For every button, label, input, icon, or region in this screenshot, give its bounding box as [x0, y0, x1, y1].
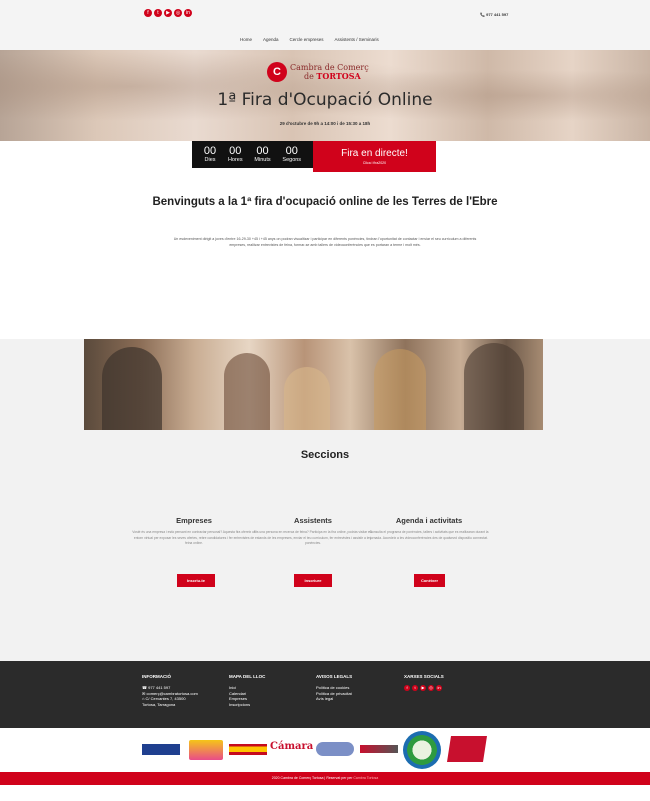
- live-fair-button[interactable]: Fira en directe! Clica i fira2020: [313, 141, 436, 172]
- section-empreses: Empreses Vostè és una empresa i està pen…: [132, 516, 256, 547]
- credits-link[interactable]: Cambra Tortosa: [353, 776, 378, 780]
- camara-logo: Cámara: [270, 741, 314, 752]
- instagram-icon[interactable]: ◎: [174, 9, 182, 17]
- inscriure-button[interactable]: Inscriure: [294, 574, 332, 587]
- section-empreses-title: Empreses: [176, 516, 212, 525]
- youtube-icon[interactable]: ▶: [420, 685, 426, 691]
- countdown-days: 00 Dies: [203, 144, 217, 163]
- section-assistents: Assistents Ets una persona en recerca de…: [251, 516, 375, 547]
- live-title: Fira en directe!: [341, 148, 408, 159]
- section-empreses-text: Vostè és una empresa i està pensant en c…: [132, 530, 256, 545]
- countdown-hours: 00 Hores: [227, 144, 243, 163]
- twitter-icon[interactable]: t: [412, 685, 418, 691]
- conocer-button[interactable]: Conèixer: [414, 574, 445, 587]
- nav-item-cercle-empreses[interactable]: Cercle empreses: [290, 37, 324, 42]
- section-assistents-text: Ets una persona en recerca de feina? Par…: [253, 530, 373, 545]
- cambra-logo-icon: C: [267, 62, 287, 82]
- generalitat-logo: [360, 745, 398, 753]
- section-assistents-title: Assistents: [294, 516, 332, 525]
- eu-flag-logo: [142, 744, 180, 755]
- section-agenda-text: Consulta el programa de ponències, talle…: [369, 530, 489, 540]
- footer-sitemap-title: MAPA DEL LLOC: [229, 674, 266, 679]
- welcome-title: Benvinguts a la 1ª fira d'ocupació onlin…: [152, 196, 498, 208]
- twitter-icon[interactable]: t: [154, 9, 162, 17]
- countdown-timer: 00 Dies 00 Hores 00 Minuts 00 Segons: [192, 141, 313, 168]
- nav-item-agenda[interactable]: Agenda: [263, 37, 279, 42]
- logo-line2: de TORTOSA: [304, 71, 361, 82]
- consell-comarcal-logo: [447, 736, 487, 762]
- footer-legal-title: AVISOS LEGALS: [316, 674, 353, 679]
- garantia-juvenil-logo: [189, 740, 223, 760]
- footer-legal: AVISOS LEGALS Política de cookies Políti…: [316, 674, 352, 702]
- linkedin-icon[interactable]: in: [184, 9, 192, 17]
- youtube-icon[interactable]: ▶: [164, 9, 172, 17]
- section-agenda: Agenda i activitats Consulta el programa…: [367, 516, 491, 541]
- footer-sitemap: MAPA DEL LLOC Inici Calendari Empreses I…: [229, 674, 265, 707]
- nav-item-assistents[interactable]: Assistents / Seminaris: [335, 37, 379, 42]
- cambra-logo[interactable]: C Cambra de Comerç de TORTOSA: [267, 62, 369, 82]
- facebook-icon[interactable]: f: [404, 685, 410, 691]
- footer-link-avis-legal[interactable]: Avís legal: [316, 696, 352, 702]
- fons-social-logo: [316, 742, 354, 756]
- sections-title: Seccions: [300, 449, 350, 461]
- copyright-bar: 2020 Cambra de Comerç Tortosa | Reservat…: [0, 772, 650, 785]
- footer-info: INFORMACIÓ ☎ 977 441 597 ✉ comerç@cambra…: [142, 674, 198, 707]
- countdown-minutes: 00 Minuts: [254, 144, 271, 163]
- gobierno-logo: [229, 744, 267, 755]
- section-agenda-title: Agenda i activitats: [395, 516, 463, 525]
- footer-social-title: XARXES SOCIALS: [404, 674, 444, 679]
- countdown-seconds: 00 Segons: [282, 144, 302, 163]
- hero-title: 1ª Fira d'Ocupació Online: [217, 90, 433, 110]
- footer-link-inscripcions[interactable]: Inscripcions: [229, 702, 265, 708]
- sponsors-strip: Cámara: [0, 728, 650, 772]
- welcome-text: Un esdeveniment dirigit a joves d'entre …: [173, 237, 477, 247]
- top-social-icons: f t ▶ ◎ in: [144, 9, 192, 17]
- inscriu-te-button[interactable]: Inscriu-te: [177, 574, 215, 587]
- top-bar: f t ▶ ◎ in 📞 977 441 597: [0, 0, 650, 26]
- facebook-icon[interactable]: f: [144, 9, 152, 17]
- terres-ebre-logo: [403, 731, 441, 769]
- footer-info-title: INFORMACIÓ: [142, 674, 171, 679]
- hero-date: 29 d'octubre de 9h a 14:00 i de 15:30 a …: [279, 121, 371, 126]
- footer-city: Tortosa, Tarragona: [142, 701, 176, 707]
- footer: INFORMACIÓ ☎ 977 441 597 ✉ comerç@cambra…: [0, 661, 650, 728]
- linkedin-icon[interactable]: in: [436, 685, 442, 691]
- nav-item-home[interactable]: Home: [240, 37, 252, 42]
- top-phone[interactable]: 📞 977 441 597: [480, 12, 508, 17]
- main-nav: Home Agenda Cercle empreses Assistents /…: [0, 26, 650, 50]
- live-subtitle: Clica i fira2020: [362, 161, 387, 165]
- instagram-icon[interactable]: ◎: [428, 685, 434, 691]
- footer-social: XARXES SOCIALS f t ▶ ◎ in: [404, 674, 444, 691]
- hero-banner: C Cambra de Comerç de TORTOSA 1ª Fira d'…: [0, 50, 650, 141]
- group-photo: [84, 339, 543, 430]
- footer-link-cookies[interactable]: Política de cookies: [316, 685, 352, 691]
